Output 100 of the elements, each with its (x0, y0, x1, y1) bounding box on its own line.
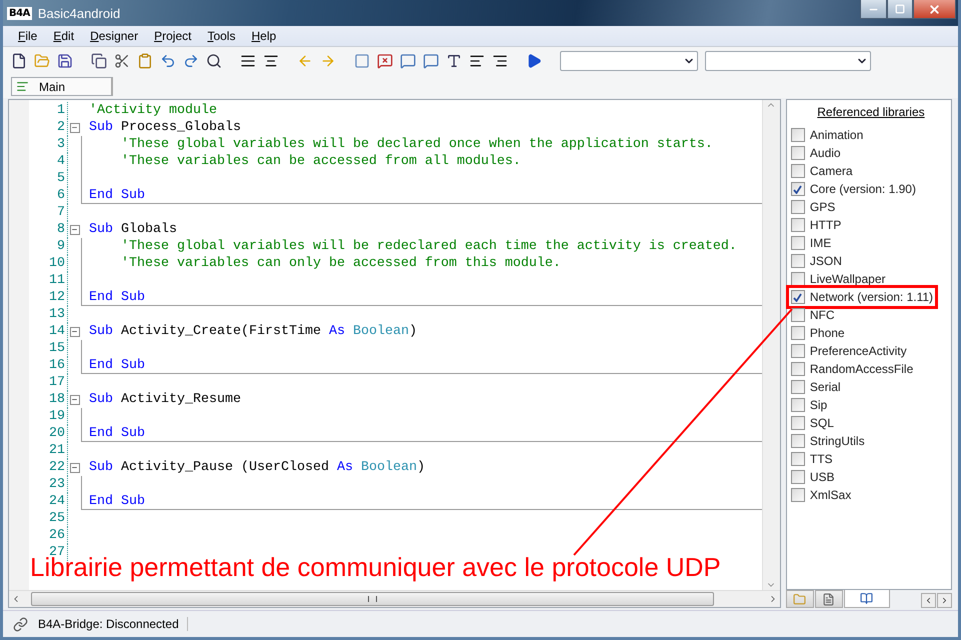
code-line: 'These global variables will be redeclared each time the activity is created. (120, 239, 737, 254)
code-line: 'These global variables will be declared once when the application starts. (120, 137, 713, 152)
cut-icon[interactable] (114, 53, 130, 69)
checkbox[interactable] (790, 146, 805, 160)
speech-bubble-delete-icon[interactable] (377, 53, 393, 69)
redo-icon[interactable] (183, 53, 199, 69)
code-line: Sub Process_Globals (89, 120, 241, 135)
open-folder-icon[interactable] (34, 53, 50, 69)
close-icon (928, 2, 941, 16)
library-item[interactable]: RandomAccessFile (790, 360, 914, 378)
fold-toggle[interactable] (70, 394, 80, 404)
library-item[interactable]: SQL (790, 414, 834, 432)
library-item[interactable]: JSON (790, 252, 842, 270)
library-item[interactable]: Camera (790, 162, 853, 180)
status-text: B4A-Bridge: Disconnected (38, 617, 188, 631)
menu-item[interactable]: Project (147, 29, 200, 43)
library-item[interactable]: Audio (790, 144, 841, 162)
fold-toggle[interactable] (70, 326, 80, 336)
library-item[interactable]: Animation (790, 126, 864, 144)
checkbox[interactable] (790, 470, 805, 484)
save-icon[interactable] (57, 53, 73, 69)
paste-icon[interactable] (137, 53, 153, 69)
rectangle-icon[interactable] (354, 53, 370, 69)
library-item[interactable]: GPS (790, 198, 836, 216)
speech-bubble-left-icon[interactable] (400, 53, 416, 69)
checkbox[interactable] (790, 416, 805, 430)
checkbox[interactable] (790, 380, 805, 394)
library-item[interactable]: HTTP (790, 216, 842, 234)
checkbox[interactable] (790, 218, 805, 232)
checkbox[interactable] (790, 128, 805, 142)
line-number: 10 (48, 256, 66, 271)
panel-tab[interactable] (844, 590, 890, 608)
module-tab[interactable]: Main (11, 77, 113, 96)
new-file-icon[interactable] (11, 53, 27, 69)
scroll-right-button[interactable] (937, 593, 952, 608)
menu-item[interactable]: Designer (83, 29, 148, 43)
library-item[interactable]: IME (790, 234, 832, 252)
checkbox[interactable] (790, 164, 805, 178)
copy-icon[interactable] (91, 53, 107, 69)
fold-toggle[interactable] (70, 462, 80, 472)
library-item[interactable]: Sip (790, 396, 828, 414)
dropdown-field[interactable] (705, 51, 871, 71)
checkbox[interactable] (790, 254, 805, 268)
scroll-left-button[interactable] (921, 593, 936, 608)
checkbox[interactable] (790, 488, 805, 502)
folder-icon[interactable] (793, 592, 806, 606)
library-item[interactable]: Core (version: 1.90) (790, 180, 916, 198)
library-item[interactable]: Network (version: 1.11) (786, 285, 938, 309)
menu-item[interactable]: Edit (46, 29, 84, 43)
run-icon[interactable] (526, 53, 542, 69)
speech-bubble-right-icon[interactable] (423, 53, 439, 69)
library-item[interactable]: StringUtils (790, 432, 865, 450)
page-icon[interactable] (822, 592, 836, 606)
checkbox[interactable] (790, 200, 805, 214)
code-line: End Sub (89, 188, 145, 202)
library-item[interactable]: Phone (790, 324, 845, 342)
close-button[interactable] (913, 0, 956, 19)
library-item[interactable]: Serial (790, 378, 841, 396)
lines-left-icon[interactable] (469, 53, 485, 69)
line-number: 17 (48, 375, 66, 390)
line-number: 14 (48, 324, 66, 339)
checkbox[interactable] (790, 182, 805, 196)
code-line: Sub Globals (89, 222, 177, 237)
checkbox[interactable] (790, 362, 805, 376)
vertical-scrollbar[interactable] (762, 100, 780, 590)
minimize-button[interactable] (860, 0, 887, 19)
menu-item[interactable]: Help (244, 29, 286, 43)
library-item[interactable]: TTS (790, 450, 833, 468)
lines-right-icon[interactable] (492, 53, 508, 69)
menu-item[interactable]: File (11, 29, 46, 43)
search-icon[interactable] (206, 53, 222, 69)
book-icon[interactable] (860, 592, 874, 605)
font-icon[interactable] (446, 53, 462, 69)
line-number: 23 (48, 477, 66, 492)
minus-icon (71, 396, 78, 403)
checkbox[interactable] (790, 326, 805, 340)
menu-item[interactable]: Tools (200, 29, 244, 43)
checkbox[interactable] (790, 308, 805, 322)
checkbox[interactable] (790, 272, 805, 286)
horizontal-scrollbar[interactable] (9, 590, 780, 607)
maximize-button[interactable] (887, 0, 913, 19)
checkbox[interactable] (790, 236, 805, 250)
checkbox[interactable] (790, 290, 805, 304)
lines-icon (16, 80, 29, 93)
library-item[interactable]: XmlSax (790, 486, 852, 504)
line-number: 8 (56, 222, 66, 237)
undo-icon[interactable] (160, 53, 176, 69)
checkbox[interactable] (790, 452, 805, 466)
library-item[interactable]: PreferenceActivity (790, 342, 907, 360)
fold-toggle[interactable] (70, 122, 80, 132)
checkbox[interactable] (790, 434, 805, 448)
dropdown-field[interactable] (560, 51, 698, 71)
library-item[interactable]: USB (790, 468, 835, 486)
line-number: 15 (48, 341, 66, 356)
checkbox[interactable] (790, 344, 805, 358)
library-item[interactable]: LiveWallpaper (790, 270, 886, 288)
checkbox[interactable] (790, 398, 805, 412)
panel-tab[interactable] (814, 590, 843, 608)
library-item[interactable]: NFC (790, 306, 835, 324)
fold-toggle[interactable] (70, 224, 80, 234)
